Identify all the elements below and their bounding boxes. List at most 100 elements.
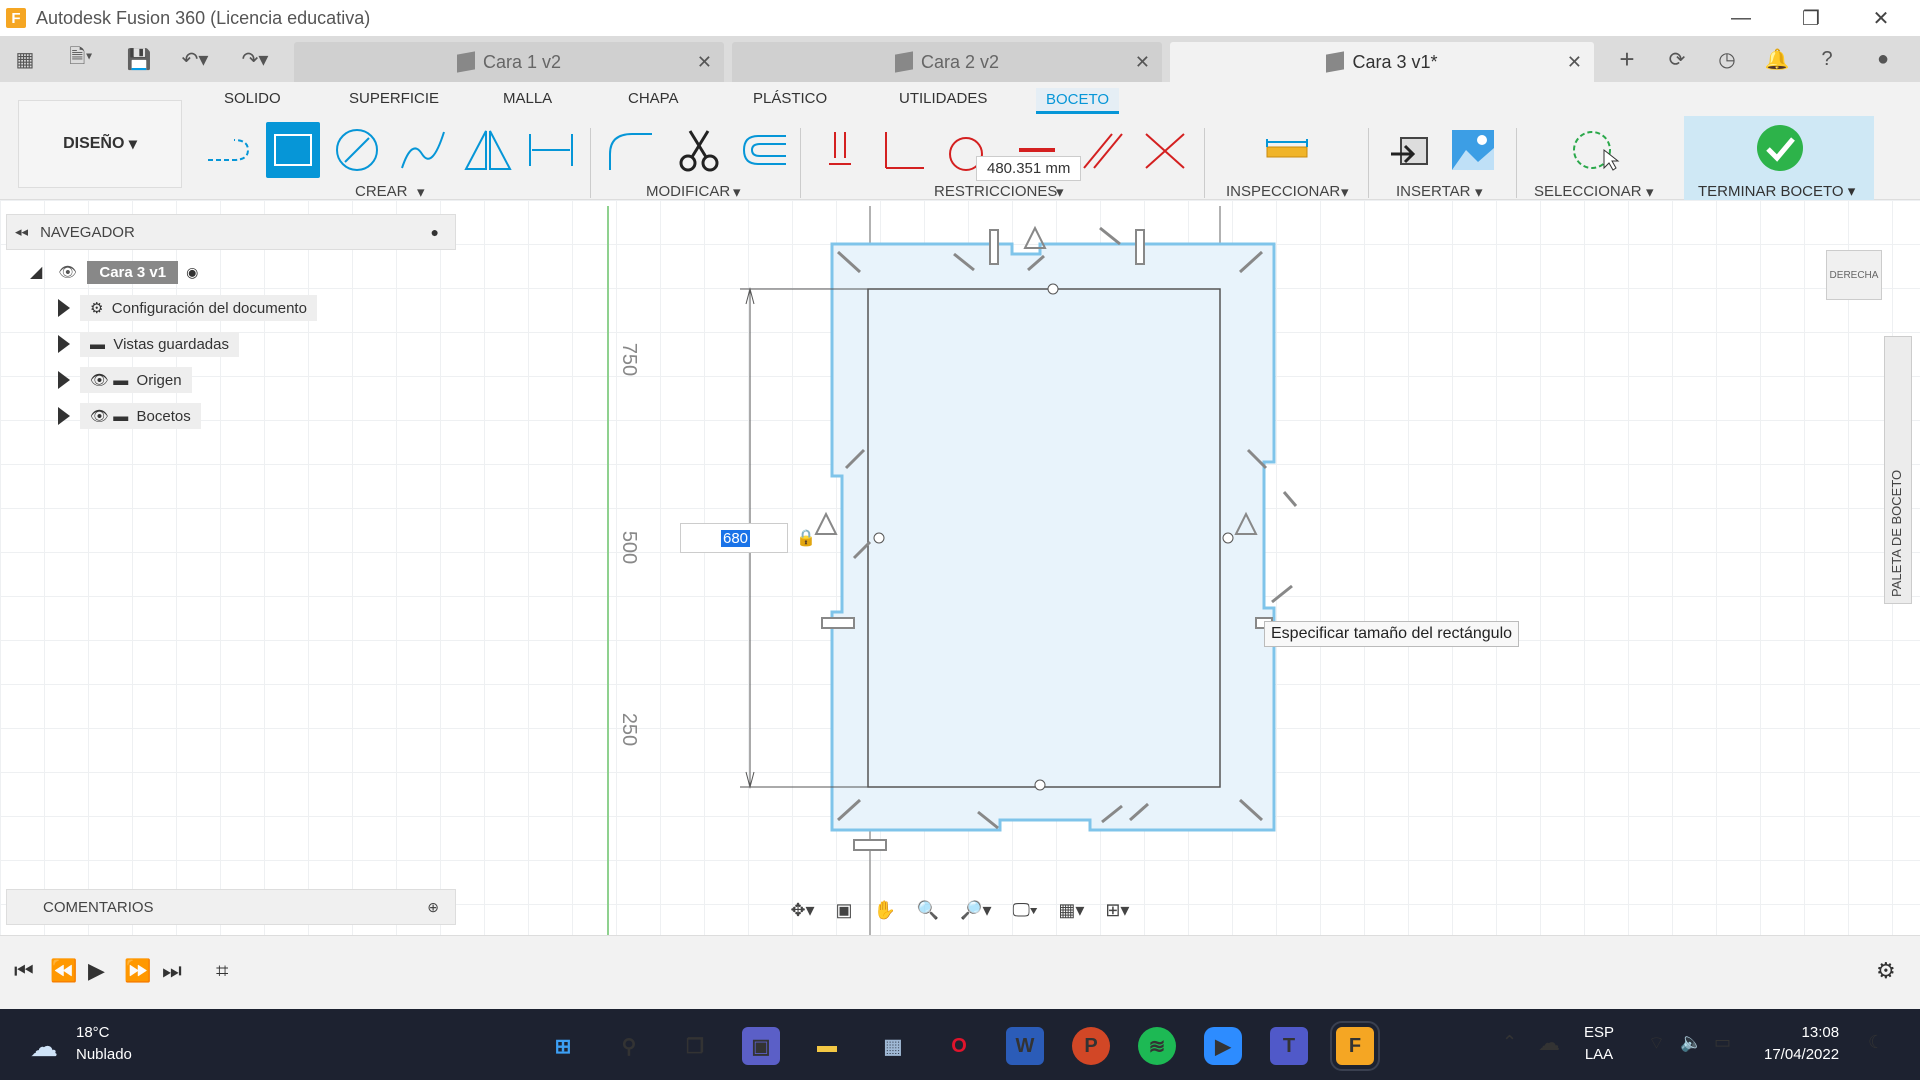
notifications-icon[interactable]: 🔔 (1760, 44, 1794, 74)
dimension-input[interactable]: 680 (680, 523, 788, 553)
restore-button[interactable]: ❐ (1776, 0, 1846, 36)
expand-icon[interactable] (58, 299, 70, 317)
new-tab-icon[interactable]: + (1610, 44, 1644, 74)
lock-icon[interactable]: 🔒 (796, 528, 816, 548)
timeline-last-icon[interactable]: ⏭ (162, 958, 182, 984)
close-window-button[interactable]: ✕ (1846, 0, 1916, 36)
timeline-sketch-marker-icon[interactable]: ⌗ (216, 958, 228, 984)
redo-icon[interactable]: ↷▾ (232, 44, 278, 74)
undo-icon[interactable]: ↶▾ (172, 44, 218, 74)
spline-tool-icon[interactable] (396, 122, 450, 178)
tab-solido[interactable]: SOLIDO (224, 90, 281, 107)
timeline-play-icon[interactable]: ▶ (88, 958, 105, 984)
group-crear[interactable]: CREAR (355, 183, 408, 200)
seleccionar-dropdown-icon[interactable]: ▾ (1646, 183, 1654, 201)
word-icon[interactable]: W (1006, 1027, 1044, 1065)
look-at-icon[interactable]: ▣ (836, 900, 853, 921)
viewports-icon[interactable]: ⊞▾ (1105, 900, 1129, 921)
focus-moon-icon[interactable]: ☾ (1868, 1032, 1884, 1053)
timeline-settings-gear-icon[interactable]: ⚙ (1876, 958, 1896, 984)
tray-chevron-icon[interactable]: ⌃ (1502, 1032, 1517, 1053)
close-tab-icon[interactable]: ✕ (1567, 52, 1582, 73)
navigator-item-bocetos[interactable]: 👁 ▬ Bocetos (58, 402, 201, 430)
onedrive-cloud-icon[interactable]: ☁ (1538, 1030, 1560, 1056)
dimension-value[interactable]: 680 (721, 529, 751, 547)
timeline-first-icon[interactable]: ⏮ (14, 958, 34, 984)
expand-icon[interactable] (58, 371, 70, 389)
tab-cara-1[interactable]: Cara 1 v2 ✕ (294, 42, 724, 82)
modificar-dropdown-icon[interactable]: ▾ (733, 183, 741, 201)
tab-plastico[interactable]: PLÁSTICO (753, 90, 827, 107)
close-tab-icon[interactable]: ✕ (697, 52, 712, 73)
zoom-icon[interactable]: 🔍 (917, 900, 939, 921)
volume-icon[interactable]: 🔈 (1680, 1032, 1702, 1053)
tab-chapa[interactable]: CHAPA (628, 90, 679, 107)
tab-utilidades[interactable]: UTILIDADES (899, 90, 987, 107)
view-cube[interactable]: DERECHA (1826, 250, 1882, 300)
expand-root-icon[interactable]: ◢ (30, 262, 42, 282)
pan-hand-icon[interactable]: ✋ (873, 900, 895, 921)
user-avatar[interactable]: ● (1866, 44, 1900, 74)
language-indicator[interactable]: ESP LAA (1584, 1022, 1614, 1066)
group-inspeccionar[interactable]: INSPECCIONAR (1226, 183, 1340, 200)
timeline-prev-icon[interactable]: ⏪ (50, 958, 77, 984)
trim-scissors-icon[interactable] (672, 122, 726, 178)
circle-tool-icon[interactable] (330, 122, 384, 178)
insertar-dropdown-icon[interactable]: ▾ (1475, 183, 1483, 201)
tab-cara-2[interactable]: Cara 2 v2 ✕ (732, 42, 1162, 82)
weather-cloud-icon[interactable]: ☁ (30, 1030, 58, 1063)
zoom-app-icon[interactable]: ▶ (1204, 1027, 1242, 1065)
mirror-tool-icon[interactable] (460, 122, 514, 178)
rectangle-tool-icon[interactable] (266, 122, 320, 178)
select-window-icon[interactable] (1568, 122, 1622, 178)
visibility-eye-icon[interactable]: 👁 (58, 263, 77, 281)
save-icon[interactable]: 💾 (124, 44, 154, 74)
activate-radio-icon[interactable]: ◉ (186, 264, 198, 281)
restricciones-dropdown-icon[interactable]: ▾ (1056, 183, 1064, 201)
grid-settings-icon[interactable]: ▦▾ (1058, 900, 1084, 921)
tab-boceto[interactable]: BOCETO (1036, 88, 1120, 114)
help-icon[interactable]: ? (1810, 44, 1844, 74)
spotify-icon[interactable]: ≋ (1138, 1027, 1176, 1065)
close-tab-icon[interactable]: ✕ (1135, 52, 1150, 73)
group-insertar[interactable]: INSERTAR (1396, 183, 1470, 200)
weather-widget[interactable]: 18°C Nublado (76, 1022, 132, 1066)
root-component-label[interactable]: Cara 3 v1 (87, 260, 179, 284)
powerpoint-icon[interactable]: P (1072, 1027, 1110, 1065)
zoom-window-icon[interactable]: 🔎▾ (960, 900, 991, 921)
crear-dropdown-icon[interactable]: ▾ (417, 183, 425, 201)
collapse-panel-icon[interactable]: ◂◂ (15, 224, 28, 240)
task-view-icon[interactable]: ❐ (676, 1027, 714, 1065)
fillet-tool-icon[interactable] (604, 122, 658, 178)
expand-icon[interactable] (58, 407, 70, 425)
line-tool-icon[interactable] (202, 122, 256, 178)
sketch-palette[interactable]: PALETA DE BOCETO (1884, 336, 1912, 604)
parallel-constraint-icon[interactable] (1074, 122, 1128, 178)
navigator-options-icon[interactable]: ● (431, 224, 439, 240)
perpendicular-constraint-icon[interactable] (876, 122, 930, 178)
teams-icon[interactable]: T (1270, 1027, 1308, 1065)
search-icon[interactable]: ⚲ (610, 1027, 648, 1065)
navigator-item-config[interactable]: ⚙ Configuración del documento (58, 294, 317, 322)
group-modificar[interactable]: MODIFICAR (646, 183, 730, 200)
display-settings-icon[interactable]: 🖵▾ (1013, 900, 1038, 921)
design-workspace-button[interactable]: DISEÑO ▾ (18, 100, 182, 188)
group-seleccionar[interactable]: SELECCIONAR (1534, 183, 1642, 200)
clock[interactable]: 13:08 17/04/2022 (1764, 1022, 1839, 1066)
offset-tool-icon[interactable] (736, 122, 790, 178)
coincident-constraint-icon[interactable] (814, 122, 868, 178)
tab-malla[interactable]: MALLA (503, 90, 552, 107)
tab-superficie[interactable]: SUPERFICIE (349, 90, 439, 107)
inspeccionar-dropdown-icon[interactable]: ▾ (1341, 183, 1349, 201)
timeline-next-icon[interactable]: ⏩ (124, 958, 151, 984)
grid-menu-icon[interactable]: ▦ (10, 44, 40, 74)
start-windows-icon[interactable]: ⊞ (544, 1027, 582, 1065)
job-status-icon[interactable]: ◷ (1710, 44, 1744, 74)
minimize-button[interactable]: — (1706, 0, 1776, 36)
file-explorer-icon[interactable]: ▬ (808, 1027, 846, 1065)
file-menu-icon[interactable]: 🗎▾ (58, 44, 104, 74)
navigator-item-origen[interactable]: 👁 ▬ Origen (58, 366, 192, 394)
expand-icon[interactable] (58, 335, 70, 353)
finish-sketch-button[interactable]: TERMINAR BOCETO ▾ (1684, 116, 1874, 206)
navigator-root[interactable]: ◢ 👁 Cara 3 v1 ◉ (30, 258, 198, 286)
